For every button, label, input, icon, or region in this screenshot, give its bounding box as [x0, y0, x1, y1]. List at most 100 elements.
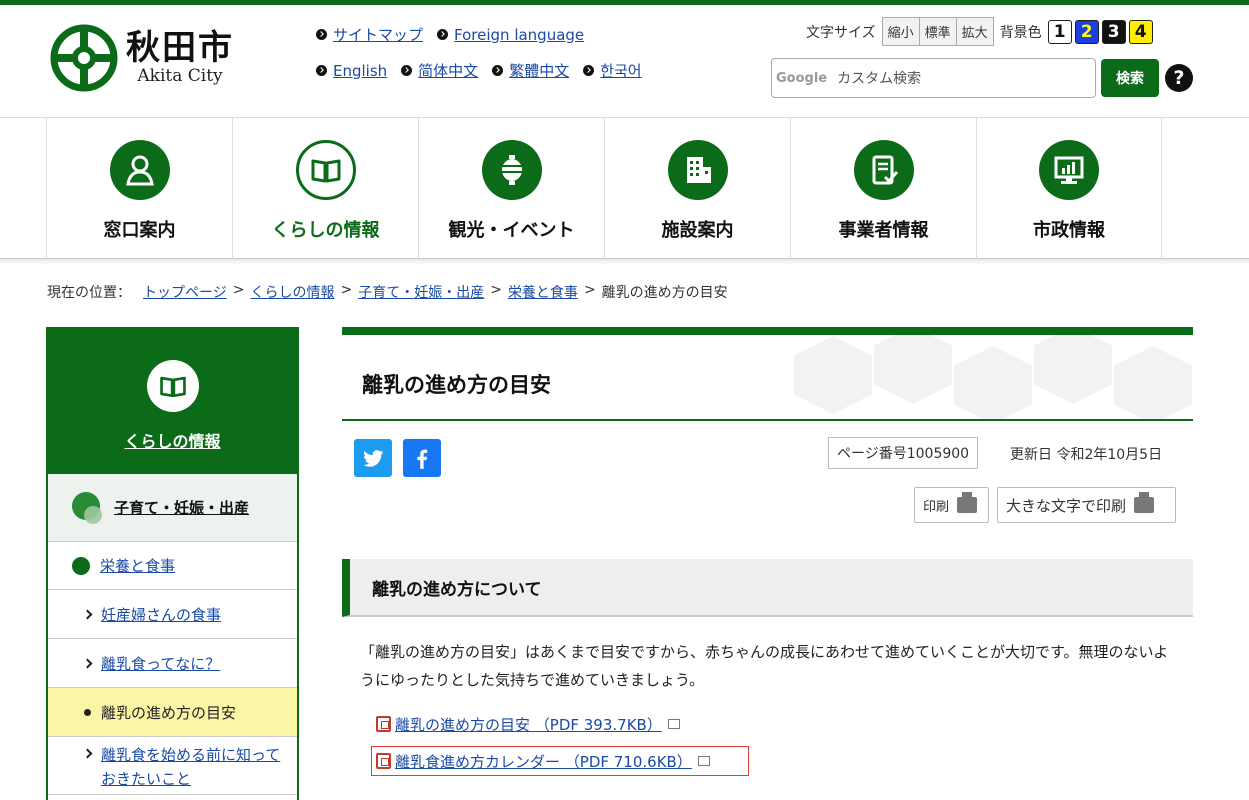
font-size-group: 縮小 標準 拡大: [881, 17, 994, 46]
korean-link[interactable]: 한국어: [583, 60, 642, 81]
bubble-icon: [72, 491, 104, 524]
printer-icon: [1134, 492, 1155, 513]
sidebar-item-section[interactable]: 子育て・妊娠・出産: [48, 474, 297, 542]
gnav-item-living[interactable]: くらしの情報: [232, 118, 418, 259]
font-size-small-button[interactable]: 縮小: [882, 18, 920, 45]
breadcrumb-nutrition-link[interactable]: 栄養と食事: [508, 282, 578, 302]
page-title: 離乳の進め方の目安: [362, 373, 551, 397]
breadcrumb-separator: >: [583, 282, 596, 298]
english-link[interactable]: English: [316, 60, 387, 81]
facebook-icon[interactable]: [403, 439, 441, 477]
logo-name-jp: 秋田市: [126, 28, 234, 68]
sidebar-item-what-is-baby-food[interactable]: 離乳食ってなに？: [48, 639, 297, 688]
sidebar-item-label[interactable]: 栄養と食事: [100, 555, 175, 576]
twitter-icon[interactable]: [354, 439, 392, 477]
arrow-bullet-icon: [492, 65, 504, 76]
attachment-item-highlighted[interactable]: 離乳食進め方カレンダー （PDF 710.6KB）: [371, 746, 749, 776]
header-links-row1: サイトマップ Foreign language: [316, 24, 584, 45]
breadcrumb-top-link[interactable]: トップページ: [143, 282, 227, 302]
city-logo[interactable]: 秋田市 Akita City: [50, 20, 260, 96]
circle-bullet-icon: [72, 556, 90, 575]
hexagon-pattern: [793, 335, 1193, 419]
top-accent-bar: [0, 0, 1249, 5]
logo-name-en: Akita City: [137, 66, 223, 86]
bg-color-group: 1 2 3 4: [1047, 19, 1153, 44]
accessibility-controls: 文字サイズ 縮小 標準 拡大 背景色 1 2 3 4: [806, 17, 1153, 46]
font-size-label: 文字サイズ: [806, 24, 876, 41]
book-icon: [146, 360, 199, 412]
new-window-icon: [667, 719, 680, 729]
font-size-standard-button[interactable]: 標準: [919, 18, 957, 45]
updated-date: 更新日 令和2年10月5日: [1010, 447, 1163, 463]
chevron-right-icon: [82, 609, 93, 619]
simplified-chinese-link[interactable]: 简体中文: [401, 60, 478, 81]
attachment-list: 離乳の進め方の目安 （PDF 393.7KB） 離乳食進め方カレンダー （PDF…: [371, 712, 749, 776]
gnav-item-tourism[interactable]: 観光・イベント: [418, 118, 604, 259]
chevron-right-icon: [82, 748, 93, 759]
print-large-label: 大きな文字で印刷: [1006, 496, 1127, 515]
print-button[interactable]: 印刷: [914, 487, 989, 523]
foreign-language-link[interactable]: Foreign language: [437, 24, 584, 45]
traditional-chinese-link[interactable]: 繁體中文: [492, 60, 569, 81]
sidebar-item-label[interactable]: 子育て・妊娠・出産: [114, 497, 249, 518]
breadcrumb-prefix: 現在の位置：: [47, 285, 131, 301]
pdf-icon: [376, 753, 391, 769]
printer-icon: [957, 492, 978, 513]
bg-color-1-button[interactable]: 1: [1047, 19, 1072, 44]
book-icon: [295, 140, 356, 200]
arrow-bullet-icon: [316, 29, 327, 40]
breadcrumb-living-link[interactable]: くらしの情報: [250, 282, 334, 302]
gnav-item-business[interactable]: 事業者情報: [790, 118, 976, 259]
breadcrumb-separator: >: [232, 282, 245, 298]
sidebar-item-label[interactable]: 離乳食ってなに？: [101, 653, 220, 674]
sidebar-item-label[interactable]: 離乳食を始める前に知っておきたいこと: [101, 743, 281, 791]
bg-color-3-button[interactable]: 3: [1101, 19, 1126, 44]
page-title-box: 離乳の進め方の目安: [342, 327, 1193, 421]
person-icon: [109, 140, 170, 200]
gnav-label: 市政情報: [1033, 220, 1105, 241]
breadcrumb-current: 離乳の進め方の目安: [601, 285, 728, 301]
sitemap-link[interactable]: サイトマップ: [316, 24, 423, 45]
pdf-icon: [376, 716, 391, 732]
attachment-link[interactable]: 離乳の進め方の目安 （PDF 393.7KB）: [395, 714, 662, 735]
akita-emblem-icon: [50, 24, 118, 92]
sidebar-item-label[interactable]: 妊産婦さんの食事: [101, 604, 221, 625]
sidebar-header: くらしの情報: [48, 335, 297, 474]
share-buttons: [354, 439, 441, 477]
sidebar-title-link[interactable]: くらしの情報: [124, 428, 220, 452]
arrow-bullet-icon: [401, 65, 413, 76]
bg-color-label: 背景色: [999, 24, 1042, 41]
sidebar-item-category[interactable]: 栄養と食事: [48, 542, 297, 590]
bg-color-2-button[interactable]: 2: [1074, 19, 1099, 44]
document-check-icon: [853, 140, 914, 200]
bg-color-4-button[interactable]: 4: [1128, 19, 1153, 44]
gnav-item-counter[interactable]: 窓口案内: [46, 118, 232, 259]
search-input[interactable]: Google カスタム検索: [771, 58, 1096, 98]
sidebar-item-label: 離乳の進め方の目安: [101, 703, 237, 722]
gnav-label: くらしの情報: [271, 220, 380, 241]
sidebar-item-before-starting[interactable]: 離乳食を始める前に知っておきたいこと: [48, 737, 297, 795]
gnav-item-city-admin[interactable]: 市政情報: [976, 118, 1162, 259]
body-text: 「離乳の進め方の目安」はあくまで目安ですから、赤ちゃんの成長にあわせて進めていく…: [360, 643, 1169, 689]
section-heading: 離乳の進め方について: [342, 559, 1193, 617]
help-icon[interactable]: ?: [1165, 64, 1193, 92]
gnav-item-facilities[interactable]: 施設案内: [604, 118, 790, 259]
new-window-icon: [697, 756, 710, 766]
search-button[interactable]: 検索: [1101, 59, 1159, 97]
google-logo: Google: [776, 70, 828, 86]
attachment-link[interactable]: 離乳食進め方カレンダー （PDF 710.6KB）: [395, 751, 692, 772]
breadcrumb-separator: >: [340, 282, 353, 298]
arrow-bullet-icon: [437, 29, 449, 40]
sidebar: くらしの情報 子育て・妊娠・出産 栄養と食事 妊産婦さんの食事 離乳食ってなに？…: [46, 327, 299, 800]
sidebar-item-pregnant-meals[interactable]: 妊産婦さんの食事: [48, 590, 297, 639]
breadcrumb-childcare-link[interactable]: 子育て・妊娠・出産: [358, 282, 484, 302]
print-large-button[interactable]: 大きな文字で印刷: [997, 487, 1176, 523]
gnav-label: 事業者情報: [838, 220, 929, 241]
font-size-large-button[interactable]: 拡大: [956, 18, 993, 45]
search-placeholder: カスタム検索: [837, 71, 922, 87]
arrow-bullet-icon: [316, 65, 327, 76]
attachment-item[interactable]: 離乳の進め方の目安 （PDF 393.7KB）: [376, 712, 749, 736]
gnav-label: 窓口案内: [103, 220, 176, 241]
breadcrumb-separator: >: [490, 282, 502, 298]
building-icon: [667, 140, 728, 200]
